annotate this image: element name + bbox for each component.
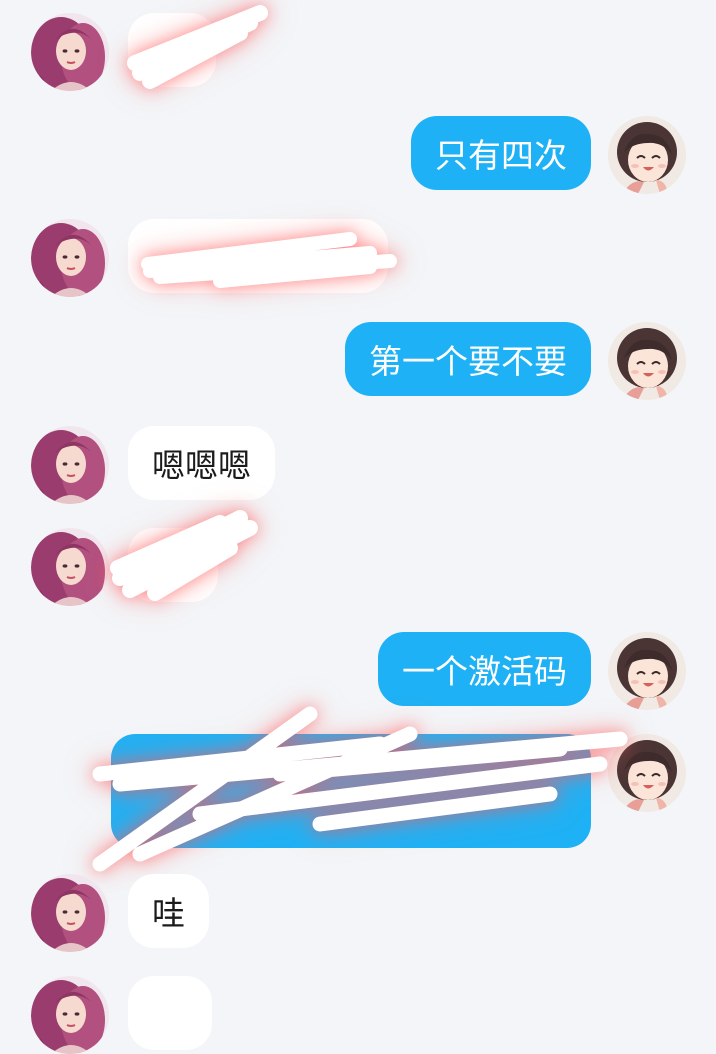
message-bubble-redacted[interactable] [128, 219, 388, 293]
message-text: 第一个要不要 [369, 342, 567, 381]
message-bubble[interactable]: 一个激活码 [378, 632, 591, 706]
contact-avatar[interactable] [31, 528, 109, 606]
contact-avatar[interactable] [31, 13, 109, 91]
message-bubble[interactable] [128, 976, 212, 1050]
message-text: 嗯嗯嗯 [152, 446, 251, 485]
message-bubble[interactable]: 第一个要不要 [345, 322, 591, 396]
contact-avatar[interactable] [31, 874, 109, 952]
message-bubble-redacted[interactable] [128, 528, 218, 602]
my-avatar[interactable] [608, 322, 686, 400]
chat-message-list[interactable]: 只有四次 第一个要不要 嗯嗯嗯 一个激活码 哇 [0, 0, 716, 1000]
my-avatar[interactable] [608, 632, 686, 710]
message-bubble[interactable]: 嗯嗯嗯 [128, 426, 275, 500]
message-text: 哇 [152, 894, 185, 933]
contact-avatar[interactable] [31, 426, 109, 504]
message-text: 一个激活码 [402, 652, 567, 691]
message-bubble[interactable]: 哇 [128, 874, 209, 948]
message-bubble-redacted[interactable] [111, 734, 591, 848]
contact-avatar[interactable] [31, 219, 109, 297]
contact-avatar[interactable] [31, 976, 109, 1054]
my-avatar[interactable] [608, 734, 686, 812]
message-bubble-redacted[interactable] [128, 13, 216, 87]
message-text: 只有四次 [435, 136, 567, 175]
message-bubble[interactable]: 只有四次 [411, 116, 591, 190]
my-avatar[interactable] [608, 116, 686, 194]
